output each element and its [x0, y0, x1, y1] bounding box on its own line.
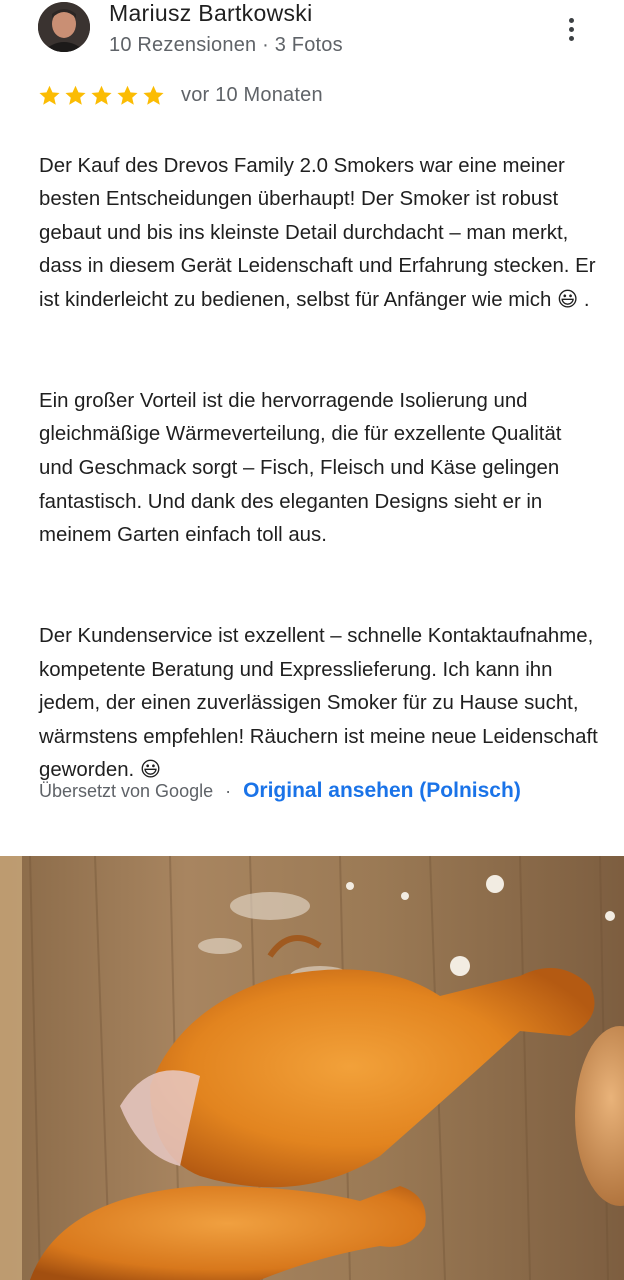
- star-rating: [38, 84, 165, 107]
- avatar[interactable]: [38, 2, 90, 52]
- star-icon: [65, 85, 86, 105]
- review-date: vor 10 Monaten: [181, 83, 323, 106]
- review-paragraph: Der Kauf des Drevos Family 2.0 Smokers w…: [39, 154, 596, 311]
- author-name[interactable]: Mariusz Bartkowski: [109, 0, 313, 27]
- translated-by-label: Übersetzt von Google: [39, 780, 214, 801]
- translation-row: Übersetzt von Google · Original ansehen …: [39, 779, 521, 803]
- review-text: Der Kauf des Drevos Family 2.0 Smokers w…: [39, 116, 599, 821]
- review-header: Mariusz Bartkowski 10 Rezensionen · 3 Fo…: [0, 0, 624, 70]
- star-icon: [117, 85, 138, 105]
- review-photo[interactable]: [0, 856, 624, 1280]
- review-paragraph: Der Kundenservice ist exzellent – schnel…: [39, 624, 598, 782]
- star-icon: [91, 85, 112, 105]
- review-paragraph: Ein großer Vorteil ist die hervorragende…: [39, 389, 562, 547]
- author-meta: 10 Rezensionen · 3 Fotos: [109, 34, 343, 56]
- star-icon: [39, 85, 60, 105]
- star-icon: [143, 85, 164, 105]
- review-card: Mariusz Bartkowski 10 Rezensionen · 3 Fo…: [0, 0, 624, 1280]
- rating-row: vor 10 Monaten: [38, 80, 323, 110]
- more-vert-icon[interactable]: [556, 12, 586, 46]
- separator-dot: ·: [225, 780, 232, 801]
- view-original-link[interactable]: Original ansehen (Polnisch): [243, 779, 521, 803]
